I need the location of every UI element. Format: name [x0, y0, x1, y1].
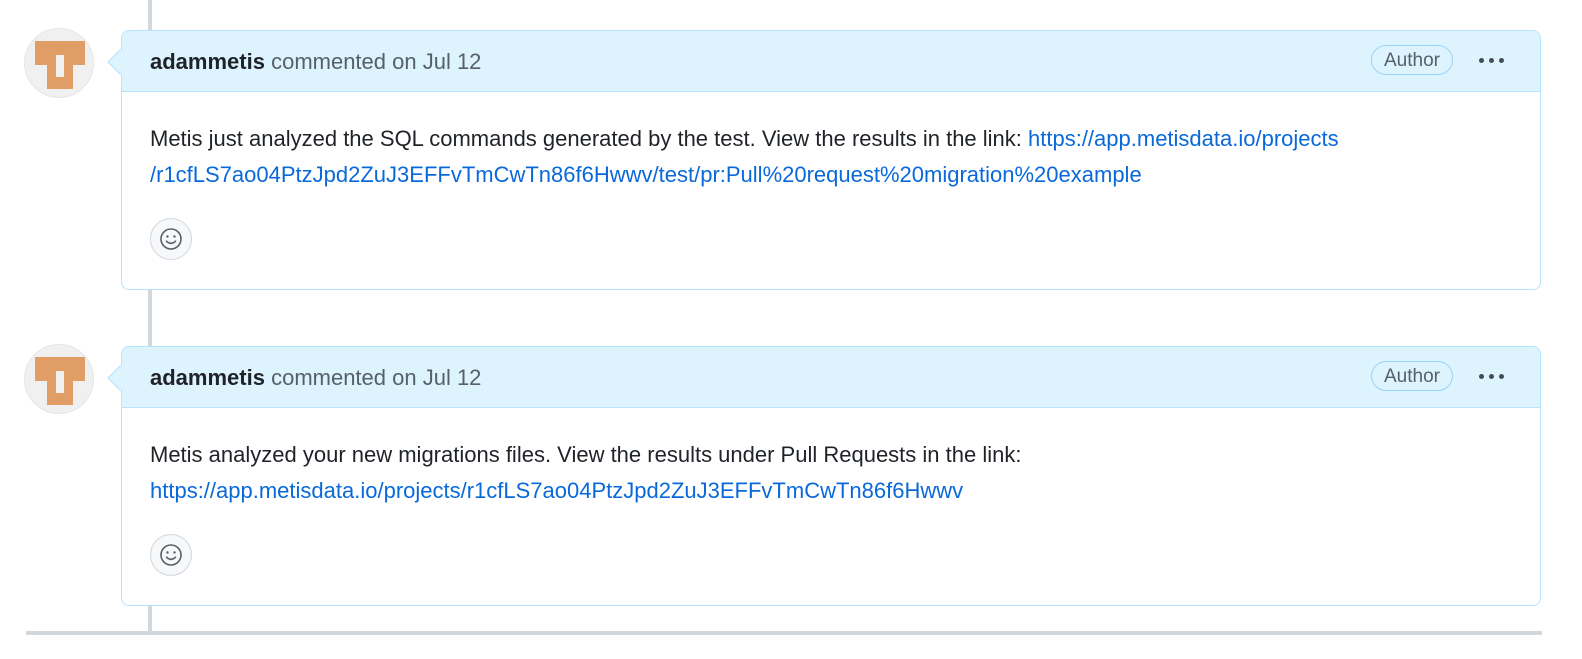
comment-meta: adammetis commented on Jul 12 [150, 365, 481, 391]
identicon-icon [35, 357, 85, 405]
comment-meta: adammetis commented on Jul 12 [150, 49, 481, 75]
comment-box: adammetis commented on Jul 12 Author Met… [107, 30, 1541, 290]
avatar[interactable] [24, 344, 94, 414]
smiley-icon [160, 228, 182, 250]
comment-text: Metis just analyzed the SQL commands gen… [150, 121, 1490, 193]
comment-header: adammetis commented on Jul 12 Author [107, 31, 1540, 92]
author-badge: Author [1371, 361, 1453, 391]
identicon-icon [35, 41, 85, 89]
comment-pointer [107, 49, 133, 75]
add-reaction-button[interactable] [150, 218, 192, 260]
smiley-icon [160, 544, 182, 566]
results-link-part2[interactable]: /r1cfLS7ao04PtzJpd2ZuJ3EFFvTmCwTn86f6Hww… [150, 162, 1142, 187]
author-link[interactable]: adammetis [150, 49, 265, 74]
results-link-part1[interactable]: https://app.metisdata.io/projects [1028, 126, 1339, 151]
more-options-button[interactable] [1473, 45, 1509, 75]
comment-timestamp[interactable]: commented on Jul 12 [271, 365, 481, 390]
comment-body-text: Metis analyzed your new migrations files… [150, 442, 1022, 467]
avatar[interactable] [24, 28, 94, 98]
comment-text: Metis analyzed your new migrations files… [150, 437, 1490, 509]
comment-header: adammetis commented on Jul 12 Author [107, 347, 1540, 408]
comment-body: Metis just analyzed the SQL commands gen… [122, 92, 1540, 260]
comment-body: Metis analyzed your new migrations files… [122, 408, 1540, 576]
results-link[interactable]: https://app.metisdata.io/projects/r1cfLS… [150, 478, 963, 503]
comment-pointer [107, 365, 133, 391]
timeline-divider [26, 631, 1542, 635]
more-options-button[interactable] [1473, 361, 1509, 391]
author-link[interactable]: adammetis [150, 365, 265, 390]
comment-timestamp[interactable]: commented on Jul 12 [271, 49, 481, 74]
author-badge: Author [1371, 45, 1453, 75]
comment-body-text: Metis just analyzed the SQL commands gen… [150, 126, 1029, 151]
add-reaction-button[interactable] [150, 534, 192, 576]
comment-box: adammetis commented on Jul 12 Author Met… [107, 346, 1541, 606]
